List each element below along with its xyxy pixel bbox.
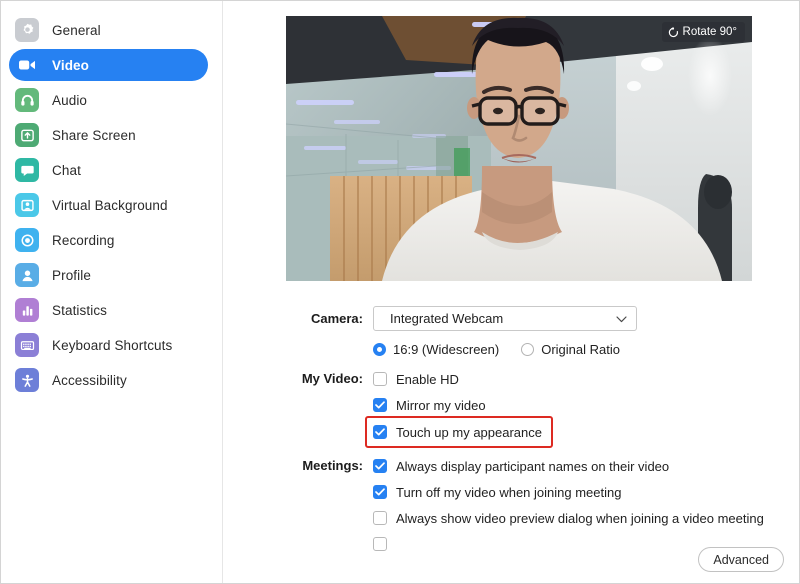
checkbox-label: Touch up my appearance xyxy=(396,424,542,440)
camera-icon xyxy=(15,53,39,77)
checkbox[interactable] xyxy=(373,372,387,386)
sidebar-item-label: Profile xyxy=(52,267,91,283)
checkbox-label: Always display participant names on thei… xyxy=(396,458,670,474)
settings-content: Rotate 90° Camera: Integrated Webcam 16:… xyxy=(224,1,799,583)
sidebar-item-label: General xyxy=(52,22,101,38)
my-video-row: My Video: Enable HD Mirror my video Touch … xyxy=(224,366,799,448)
sidebar-item-statistics[interactable]: Statistics xyxy=(9,294,208,326)
sidebar-item-label: Accessibility xyxy=(52,372,127,388)
sidebar-item-chat[interactable]: Chat xyxy=(9,154,208,186)
checkbox-row[interactable]: Enable HD xyxy=(373,366,459,392)
camera-select[interactable]: Integrated Webcam xyxy=(373,306,637,331)
rotate-90-button[interactable]: Rotate 90° xyxy=(661,22,745,42)
chat-bubble-icon xyxy=(15,158,39,182)
sidebar-item-label: Virtual Background xyxy=(52,197,168,213)
checkbox-label: Mirror my video xyxy=(396,397,486,413)
meetings-row: Meetings: Always display participant nam… xyxy=(224,453,799,531)
radio-indicator[interactable] xyxy=(521,342,535,356)
checkbox[interactable] xyxy=(373,459,387,473)
sidebar-item-share-screen[interactable]: Share Screen xyxy=(9,119,208,151)
radio-original-ratio[interactable]: Original Ratio xyxy=(521,342,620,357)
checkbox[interactable] xyxy=(373,425,387,439)
my-video-label: My Video: xyxy=(301,371,363,386)
virtual-background-icon xyxy=(15,193,39,217)
recording-icon xyxy=(15,228,39,252)
sidebar-item-accessibility[interactable]: Accessibility xyxy=(9,364,208,396)
sidebar-item-virtual-background[interactable]: Virtual Background xyxy=(9,189,208,221)
video-preview: Rotate 90° xyxy=(286,16,752,281)
profile-icon xyxy=(15,263,39,287)
radio-label: 16:9 (Widescreen) xyxy=(393,341,500,357)
meetings-label: Meetings: xyxy=(302,458,363,473)
radio-indicator[interactable] xyxy=(373,342,386,356)
share-screen-icon xyxy=(15,123,39,147)
rotate-icon xyxy=(668,26,679,38)
sidebar-item-label: Recording xyxy=(52,232,115,248)
checkbox-row-cutoff[interactable] xyxy=(373,531,400,557)
statistics-icon xyxy=(15,298,39,322)
sidebar-item-audio[interactable]: Audio xyxy=(9,84,208,116)
zoom-settings-window: General Video Audio Share Screen Chat Virtual… xyxy=(0,0,800,584)
checkbox-row[interactable]: Turn off my video when joining meeting xyxy=(373,479,621,505)
chevron-down-icon xyxy=(616,310,627,328)
camera-select-value: Integrated Webcam xyxy=(390,311,504,326)
checkbox-label: Always show video preview dialog when jo… xyxy=(396,510,764,526)
checkbox-row[interactable]: Always display participant names on thei… xyxy=(373,453,669,479)
sidebar-item-keyboard-shortcuts[interactable]: Keyboard Shortcuts xyxy=(9,329,208,361)
checkbox-row[interactable]: Always show video preview dialog when jo… xyxy=(373,505,764,531)
sidebar-item-label: Audio xyxy=(52,92,88,108)
checkbox-row[interactable]: Mirror my video xyxy=(373,392,486,418)
sidebar-item-label: Chat xyxy=(52,162,81,178)
sidebar-item-video[interactable]: Video xyxy=(9,49,208,81)
aspect-ratio-options: 16:9 (Widescreen) Original Ratio xyxy=(373,336,799,362)
checkbox-label: Turn off my video when joining meeting xyxy=(396,484,622,500)
radio-widescreen[interactable]: 16:9 (Widescreen) xyxy=(373,342,499,357)
sidebar-item-label: Video xyxy=(52,57,90,73)
radio-label: Original Ratio xyxy=(541,341,620,357)
sidebar-item-profile[interactable]: Profile xyxy=(9,259,208,291)
sidebar-item-recording[interactable]: Recording xyxy=(9,224,208,256)
accessibility-icon xyxy=(15,368,39,392)
sidebar-item-label: Keyboard Shortcuts xyxy=(52,337,173,353)
headset-icon xyxy=(15,88,39,112)
rotate-90-label: Rotate 90° xyxy=(682,26,737,38)
sidebar-item-general[interactable]: General xyxy=(9,14,208,46)
checkbox-row[interactable]: Touch up my appearance xyxy=(365,416,553,448)
video-settings-form: Camera: Integrated Webcam 16:9 (Widescre… xyxy=(224,306,799,557)
checkbox[interactable] xyxy=(373,511,387,525)
keyboard-icon xyxy=(15,333,39,357)
sidebar-item-label: Share Screen xyxy=(52,127,136,143)
gear-icon xyxy=(15,18,39,42)
advanced-button[interactable]: Advanced xyxy=(698,547,784,572)
webcam-image xyxy=(286,16,752,281)
camera-row: Camera: Integrated Webcam 16:9 (Widescre… xyxy=(224,306,799,362)
settings-sidebar: General Video Audio Share Screen Chat Virtual… xyxy=(1,1,223,583)
sidebar-item-label: Statistics xyxy=(52,302,108,318)
camera-label: Camera: xyxy=(310,311,363,326)
checkbox-label: Enable HD xyxy=(396,371,459,387)
checkbox-cutoff[interactable] xyxy=(373,537,387,551)
checkbox[interactable] xyxy=(373,398,387,412)
checkbox[interactable] xyxy=(373,485,387,499)
